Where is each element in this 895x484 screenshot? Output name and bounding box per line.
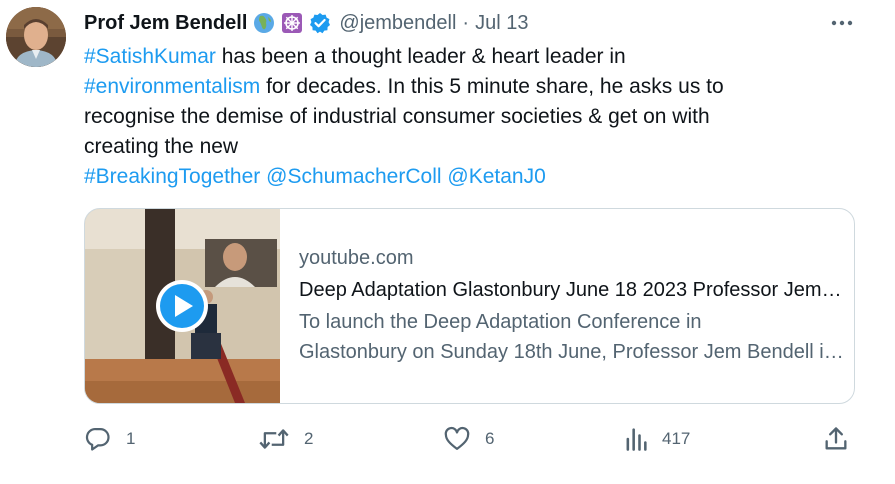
reply-button[interactable]: 1 [84, 425, 135, 453]
share-icon [825, 427, 847, 450]
avatar-photo [6, 7, 66, 67]
tweet: Prof Jem Bendell @jembendell · Jul 13 #S… [0, 0, 895, 484]
card-text: youtube.com Deep Adaptation Glastonbury … [299, 243, 844, 367]
author-name[interactable]: Prof Jem Bendell [84, 12, 247, 35]
views-count: 417 [662, 429, 691, 448]
card-desc-line-2: Glastonbury on Sunday 18th June, Profess… [299, 341, 844, 363]
tweet-actions: 1 2 6 417 [0, 422, 895, 456]
mention-ketanj0[interactable]: @KetanJ0 [447, 165, 545, 188]
card-desc-line-1: To launch the Deep Adaptation Conference… [299, 311, 702, 333]
like-button[interactable]: 6 [443, 425, 494, 453]
repost-icon [259, 429, 289, 449]
hashtag-breakingtogether[interactable]: #BreakingTogether [84, 165, 260, 188]
tweet-line-3: recognise the demise of industrial consu… [84, 105, 710, 128]
tweet-date[interactable]: Jul 13 [475, 12, 528, 35]
hashtag-environmentalism[interactable]: #environmentalism [84, 75, 260, 98]
card-domain: youtube.com [299, 247, 414, 269]
more-options-button[interactable] [827, 10, 857, 36]
separator-dot: · [462, 11, 470, 34]
verified-badge-icon [309, 12, 331, 34]
tweet-tags-line: #BreakingTogether @SchumacherColl @Ketan… [84, 162, 864, 192]
wheel-of-dharma-icon [281, 12, 303, 34]
tweet-header: Prof Jem Bendell @jembendell · Jul 13 [84, 8, 528, 38]
card-description: To launch the Deep Adaptation Conference… [299, 307, 844, 367]
tweet-line-2: #environmentalism for decades. In this 5… [84, 72, 864, 102]
repost-button[interactable]: 2 [258, 425, 313, 453]
views-chart-icon [626, 428, 647, 451]
tweet-line-4: creating the new [84, 135, 239, 158]
views-button[interactable]: 417 [624, 425, 690, 453]
avatar[interactable] [6, 7, 66, 67]
tweet-text-segment: has been a thought leader & heart leader… [215, 45, 626, 68]
reply-count: 1 [126, 429, 136, 448]
mention-schumachercoll[interactable]: @SchumacherColl [266, 165, 441, 188]
reply-icon [85, 427, 110, 451]
author-handle[interactable]: @jembendell [339, 12, 456, 35]
tweet-line-1: #SatishKumar has been a thought leader &… [84, 42, 864, 72]
hashtag-satishkumar[interactable]: #SatishKumar [84, 45, 216, 68]
repost-count: 2 [304, 429, 314, 448]
globe-africa-icon [253, 12, 275, 34]
tweet-text: #SatishKumar has been a thought leader &… [84, 42, 864, 192]
heart-icon [444, 426, 470, 451]
thumbnail-image [85, 209, 280, 403]
link-preview-card[interactable]: youtube.com Deep Adaptation Glastonbury … [84, 208, 855, 404]
card-title: Deep Adaptation Glastonbury June 18 2023… [299, 279, 844, 301]
tweet-text-segment: for decades. In this 5 minute share, he … [260, 75, 724, 98]
video-thumbnail[interactable] [85, 209, 280, 403]
share-button[interactable] [822, 425, 850, 453]
more-dots-icon [831, 20, 853, 26]
like-count: 6 [485, 429, 495, 448]
